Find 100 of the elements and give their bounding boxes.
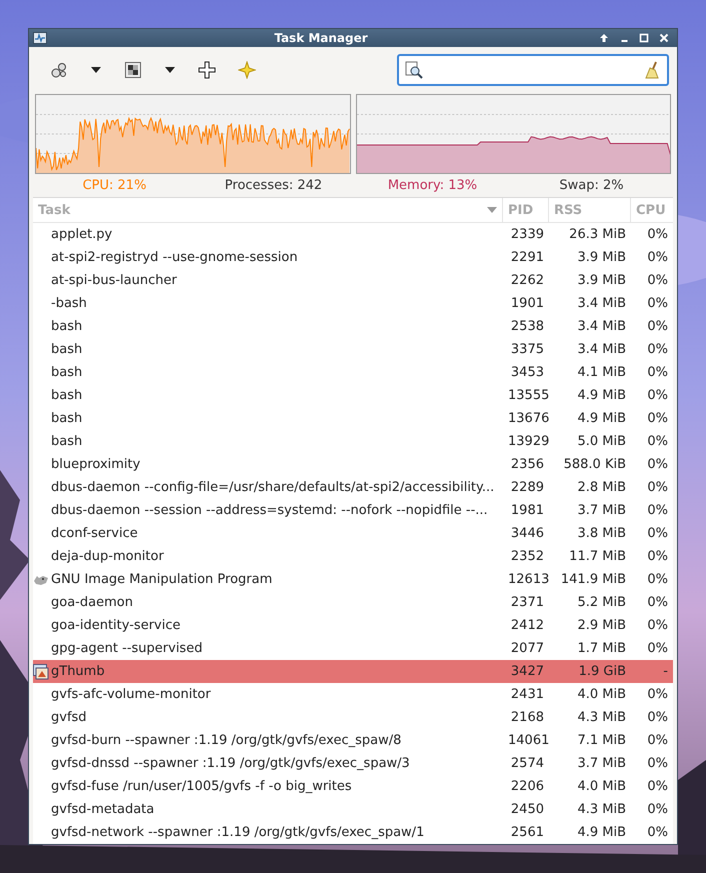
- memory-cell-text: 3.4 MiB: [576, 319, 627, 334]
- task-name: gvfs-afc-volume-monitor: [51, 687, 211, 702]
- cpu-cell-text: 0%: [646, 733, 669, 748]
- cpu-cell-text: 0%: [646, 457, 669, 472]
- memory-cell-text: 4.0 MiB: [576, 687, 627, 702]
- cpu-cell-text: 0%: [646, 618, 669, 634]
- memory-cell-text: 3.9 MiB: [576, 250, 627, 266]
- memory-cell-text: 1.9 GiB: [578, 664, 627, 680]
- column-header[interactable]: CPU: [631, 198, 673, 222]
- pid-cell-text: 3427: [510, 664, 545, 680]
- cpu-cell-text: 0%: [646, 756, 669, 772]
- process-count: Processes: 242: [224, 178, 324, 196]
- cpu-cell-text: 0%: [646, 319, 669, 334]
- pid-cell-text: 2077: [510, 641, 545, 656]
- maximize-icon: [639, 32, 649, 43]
- cpu-cell-text: 0%: [646, 365, 669, 380]
- cpu-cell-text: 0%: [646, 296, 669, 312]
- memory-cell-text: 5.2 MiB: [576, 595, 627, 610]
- task-name: bash: [51, 411, 82, 426]
- memory-cell-text: 4.1 MiB: [576, 365, 627, 380]
- pid-cell-text: 1901: [510, 296, 545, 312]
- window-title: Task Manager: [273, 30, 369, 45]
- pid-cell-text: 2352: [510, 549, 545, 564]
- column-header[interactable]: Task: [33, 198, 503, 222]
- task-name: -bash: [51, 296, 87, 312]
- task-name: dconf-service: [51, 526, 138, 542]
- task-name: bash: [51, 319, 82, 334]
- task-name: at-spi2-registryd --use-gnome-session: [51, 250, 298, 266]
- pid-cell-text: 2538: [510, 319, 545, 334]
- task-name: bash: [51, 342, 82, 358]
- star-icon: [238, 60, 256, 78]
- minimize-icon: [620, 40, 628, 42]
- memory-cell-text: 3.7 MiB: [576, 756, 627, 772]
- task-name: bash: [51, 434, 82, 450]
- app-icon: [33, 32, 47, 44]
- cpu-cell-text: -: [662, 664, 669, 680]
- memory-cell-text: 4.9 MiB: [576, 388, 627, 404]
- pid-cell-text: 2371: [510, 595, 545, 610]
- picture-icon: [33, 664, 49, 680]
- task-name: gThumb: [51, 664, 105, 680]
- pid-cell-text: 14061: [507, 733, 549, 748]
- task-name: at-spi-bus-launcher: [51, 273, 177, 288]
- search-field[interactable]: [397, 54, 669, 86]
- pid-cell-text: 2431: [510, 687, 545, 702]
- cpu-cell-text: 0%: [646, 526, 669, 542]
- cpu-cell-text: 0%: [646, 480, 669, 496]
- swap-usage: Swap: 2%: [558, 178, 625, 196]
- task-name: dbus-daemon --config-file=/usr/share/defaults/at-spi2/accessibility...: [51, 480, 494, 496]
- memory-cell-text: 1.7 MiB: [576, 641, 627, 656]
- memory-cell-text: 4.9 MiB: [576, 825, 627, 840]
- broom-icon[interactable]: [643, 60, 661, 78]
- cpu-cell-text: 0%: [646, 342, 669, 358]
- pid-cell-text: 13676: [507, 411, 549, 426]
- cpu-cell-text: 0%: [646, 595, 669, 610]
- pid-cell-text: 3375: [510, 342, 545, 358]
- memory-cell-text: 141.9 MiB: [560, 572, 627, 588]
- pid-cell-text: 2291: [510, 250, 545, 266]
- task-name: goa-identity-service: [51, 618, 180, 634]
- pid-cell-text: 2412: [510, 618, 545, 634]
- pid-cell-text: 2168: [510, 710, 545, 726]
- cpu-cell-text: 0%: [646, 641, 669, 656]
- task-name: dbus-daemon --session --address=systemd: --nofork --nopidfile --...: [51, 503, 488, 518]
- task-name: bash: [51, 388, 82, 404]
- cpu-usage: CPU: 21%: [82, 178, 148, 196]
- memory-cell-text: 3.8 MiB: [576, 526, 627, 542]
- memory-cell-text: 2.8 MiB: [576, 480, 627, 496]
- column-header[interactable]: PID: [503, 198, 549, 222]
- memory-cell-text: 11.7 MiB: [568, 549, 627, 564]
- pid-cell-text: 3446: [510, 526, 545, 542]
- memory-cell-text: 588.0 KiB: [562, 457, 627, 472]
- cpu-cell-text: 0%: [646, 388, 669, 404]
- close-icon: [659, 32, 669, 43]
- search-icon: [405, 60, 423, 78]
- cpu-cell-text: 0%: [646, 687, 669, 702]
- pid-cell-text: 2574: [510, 756, 545, 772]
- pid-cell-text: 13929: [507, 434, 549, 450]
- cpu-cell-text: 0%: [646, 802, 669, 818]
- task-name: gvfsd-fuse /run/user/1005/gvfs -f -o big_writes: [51, 779, 352, 794]
- memory-cell-text: 4.0 MiB: [576, 779, 627, 794]
- crosshair-icon: [198, 60, 216, 78]
- cpu-cell-text: 0%: [646, 825, 669, 840]
- caret-icon: [165, 66, 175, 72]
- memory-cell-text: 26.3 MiB: [568, 227, 627, 242]
- column-header[interactable]: RSS: [549, 198, 631, 222]
- memory-cell-text: 7.1 MiB: [576, 733, 627, 748]
- up-arrow-icon: [599, 32, 609, 43]
- task-name: gvfsd-metadata: [51, 802, 154, 818]
- pid-cell-text: 2289: [510, 480, 545, 496]
- memory-cell-text: 2.9 MiB: [576, 618, 627, 634]
- pid-cell-text: 13555: [507, 388, 549, 404]
- task-name: gvfsd: [51, 710, 87, 726]
- memory-cell-text: 3.4 MiB: [576, 296, 627, 312]
- sort-arrow-icon: [487, 207, 497, 214]
- task-name: gvfsd-dnssd --spawner :1.19 /org/gtk/gvfs/exec_spaw/3: [51, 756, 410, 772]
- cpu-cell-text: 0%: [646, 549, 669, 564]
- task-name: gpg-agent --supervised: [51, 641, 202, 656]
- cpu-cell-text: 0%: [646, 434, 669, 450]
- pid-cell-text: 2339: [510, 227, 545, 242]
- memory-usage: Memory: 13%: [386, 178, 478, 196]
- task-name: gvfsd-burn --spawner :1.19 /org/gtk/gvfs/exec_spaw/8: [51, 733, 402, 748]
